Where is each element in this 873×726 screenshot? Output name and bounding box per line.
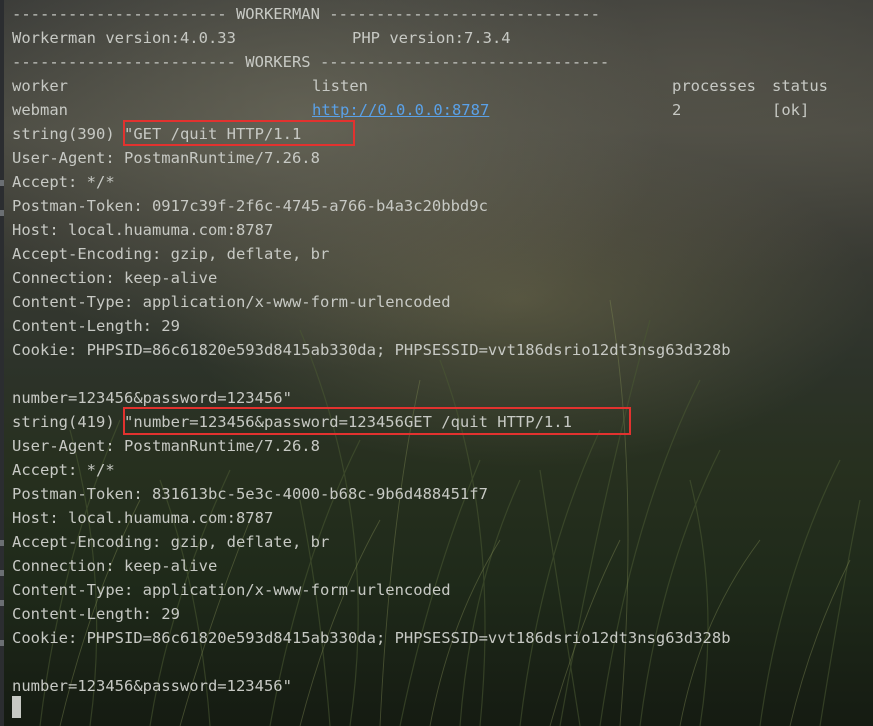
dump1-header-line: User-Agent: PostmanRuntime/7.26.8 xyxy=(12,149,320,167)
dump2-header-line: Content-Length: 29 xyxy=(12,605,180,623)
worker-processes: 2 xyxy=(672,101,682,119)
terminal-window[interactable]: ----------------------- WORKERMAN ------… xyxy=(0,0,873,726)
dump1-header-line: Host: local.huamuma.com:8787 xyxy=(12,221,274,239)
dump2-header-line: Cookie: PHPSID=86c61820e593d8415ab330da;… xyxy=(12,629,731,647)
editor-gutter xyxy=(0,0,4,726)
column-processes: processes xyxy=(672,77,756,95)
dump2-request-line: "number=123456&password=123456GET /quit … xyxy=(123,413,572,431)
listen-url-link[interactable]: http://0.0.0.0:8787 xyxy=(312,98,489,122)
terminal-cursor xyxy=(12,696,21,718)
version-line: Workerman version:4.0.33 PHP version:7.3… xyxy=(12,26,731,50)
dump2-header-line: Connection: keep-alive xyxy=(12,557,218,575)
dump1-header-line: Connection: keep-alive xyxy=(12,269,218,287)
dump1-first-line: string(390) "GET /quit HTTP/1.1 xyxy=(12,122,731,146)
dump1-header-line: Cookie: PHPSID=86c61820e593d8415ab330da;… xyxy=(12,341,731,359)
column-worker: worker xyxy=(12,77,68,95)
gutter-marker xyxy=(0,600,4,606)
dump1-request-line: "GET /quit HTTP/1.1 xyxy=(123,125,302,143)
php-version: PHP version:7.3.4 xyxy=(352,29,511,47)
worker-name: webman xyxy=(12,101,68,119)
dump2-header-line: Content-Type: application/x-www-form-url… xyxy=(12,581,451,599)
gutter-marker xyxy=(0,570,4,576)
dump2-header-line: Host: local.huamuma.com:8787 xyxy=(12,509,274,527)
dump1-header-line: Postman-Token: 0917c39f-2f6c-4745-a766-b… xyxy=(12,197,488,215)
dump2-header-line: Postman-Token: 831613bc-5e3c-4000-b68c-9… xyxy=(12,485,488,503)
dump2-header-line: Accept: */* xyxy=(12,461,115,479)
dump2-header-line: User-Agent: PostmanRuntime/7.26.8 xyxy=(12,437,320,455)
column-status: status xyxy=(772,77,828,95)
column-listen: listen xyxy=(312,77,368,95)
workers-table-row: webman http://0.0.0.0:8787 2 [ok] xyxy=(12,98,809,122)
dump1-header-line: Accept-Encoding: gzip, deflate, br xyxy=(12,245,330,263)
dump2-header-line: Accept-Encoding: gzip, deflate, br xyxy=(12,533,330,551)
gutter-marker xyxy=(0,640,4,646)
dump1-header-line: Content-Length: 29 xyxy=(12,317,180,335)
workerman-header: ----------------------- WORKERMAN ------… xyxy=(12,5,600,23)
dump2-first-line: string(419) "number=123456&password=1234… xyxy=(12,410,731,434)
dump2-body: number=123456&password=123456" xyxy=(12,677,292,695)
gutter-marker xyxy=(0,180,4,186)
dump1-prefix: string(390) xyxy=(12,125,124,143)
worker-status: [ok] xyxy=(772,101,810,119)
workerman-version: Workerman version:4.0.33 xyxy=(12,29,236,47)
dump2-prefix: string(419) xyxy=(12,413,124,431)
dump1-header-line: Content-Type: application/x-www-form-url… xyxy=(12,293,451,311)
workers-table-header: worker listen processes status xyxy=(12,74,828,98)
terminal-output: ----------------------- WORKERMAN ------… xyxy=(12,2,828,698)
workers-header: ------------------------ WORKERS -------… xyxy=(12,53,610,71)
gutter-marker xyxy=(0,540,4,546)
dump1-header-line: Accept: */* xyxy=(12,173,115,191)
dump1-body: number=123456&password=123456" xyxy=(12,389,292,407)
gutter-marker xyxy=(0,210,4,216)
